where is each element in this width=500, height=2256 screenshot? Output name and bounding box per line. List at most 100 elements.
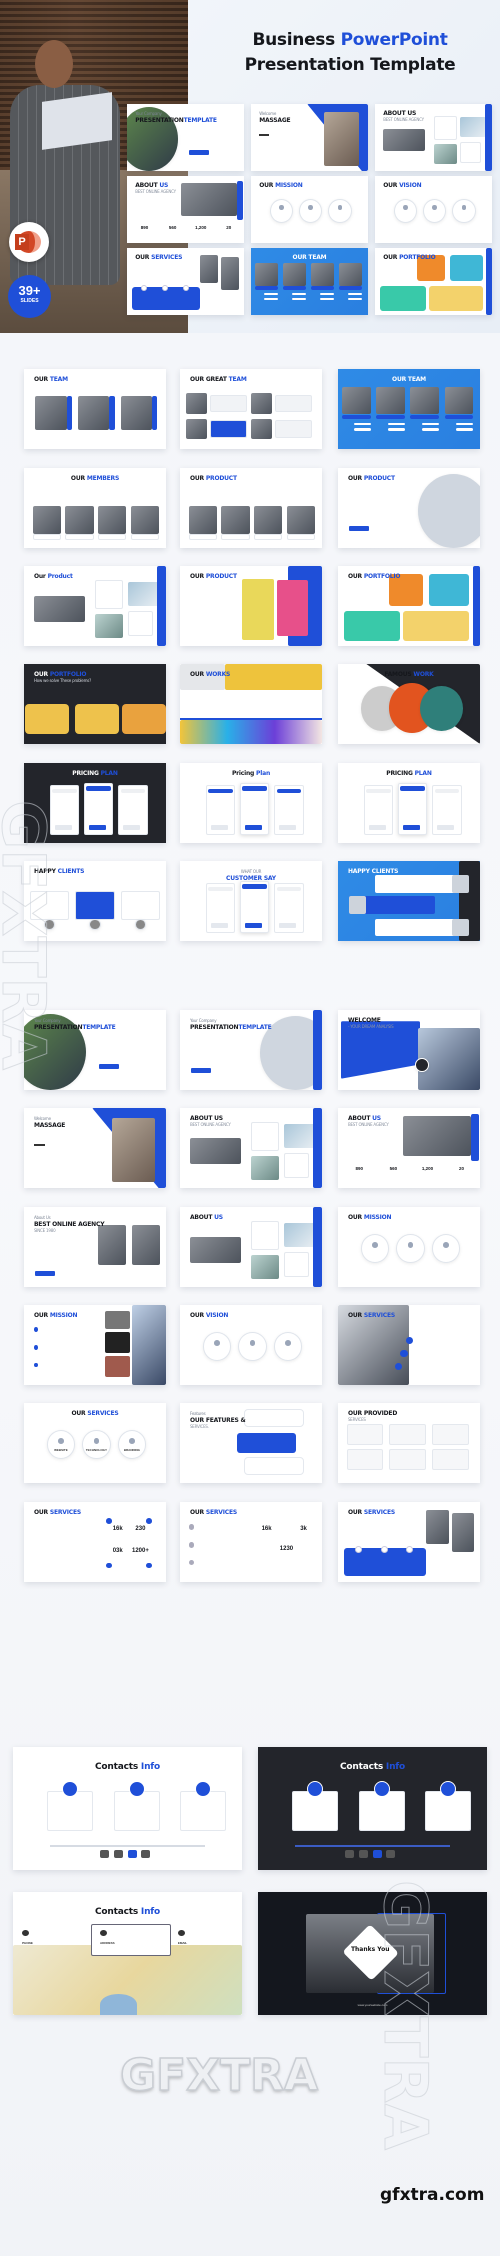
- slide-thumbnail[interactable]: OUR PORTFOLIO: [338, 566, 480, 646]
- slide-thumbnail[interactable]: 16k 3k 1230 OUR SERVICES: [180, 1502, 322, 1582]
- slide-title: OUR VISION: [383, 182, 421, 189]
- skill-bar: [421, 428, 439, 431]
- contact-icon: [22, 1930, 30, 1937]
- slide-thumbnail[interactable]: FAMOUS WORK: [338, 664, 480, 744]
- slide-thumbnail[interactable]: 16k 230 03k 1200+ OUR SERVICES: [24, 1502, 166, 1582]
- slide-photo: [112, 1117, 155, 1182]
- slide-thumbnail[interactable]: OUR PRODUCT: [180, 566, 322, 646]
- slide-thumbnail[interactable]: Our Product: [24, 566, 166, 646]
- title-main: OUR: [70, 475, 87, 483]
- slide-thumbnail[interactable]: PHONE ADDRESS EMAIL Contacts Info: [13, 1892, 242, 2015]
- testimonial-card: [120, 891, 161, 921]
- slide-thumbnail[interactable]: OUR PORTFOLIO How we solve These problems…: [24, 664, 166, 744]
- title-highlight: TEAM: [228, 376, 247, 384]
- slide-subtitle: SERVICES.: [189, 1424, 209, 1430]
- slide-thumbnail[interactable]: HAPPY CLIENTS: [338, 861, 480, 941]
- slide-thumbnail[interactable]: OUR MISSION: [338, 1207, 480, 1287]
- slide-photo: [95, 614, 124, 638]
- feature-circle: [202, 1332, 232, 1361]
- title-highlight: US: [159, 182, 169, 190]
- feature-icon: [129, 1438, 135, 1444]
- stat-value: 20: [459, 1166, 465, 1172]
- slide-thumbnail[interactable]: ABOUT US: [180, 1207, 322, 1287]
- slide-thumbnail[interactable]: About Us BEST ONLINE AGENCY SINCE 1980: [24, 1207, 166, 1287]
- choose-plan-button: [211, 825, 229, 831]
- slide-thumbnail[interactable]: Your Company PRESENTATIONTEMPLATE: [127, 104, 244, 171]
- slide-thumbnail[interactable]: OUR VISION: [180, 1305, 322, 1385]
- slide-thumbnail[interactable]: ABOUT US BEST ONLINE AGENCY: [375, 104, 492, 171]
- slide-photo: [65, 506, 94, 534]
- slide-title: OUR TEAM: [251, 254, 368, 261]
- slide-thumbnail[interactable]: WELCOME - YOUR DREAM ANALYSIS: [338, 1010, 480, 1090]
- slide-photo: [120, 396, 152, 430]
- info-card: [460, 141, 482, 163]
- title-main: FAMOUS: [384, 671, 414, 679]
- title-highlight: PLAN: [100, 770, 118, 778]
- slide-thumbnail[interactable]: OUR PRODUCT: [338, 468, 480, 548]
- skill-bar: [348, 292, 363, 295]
- slide-thumbnail[interactable]: OUR WORKS: [180, 664, 322, 744]
- slide-photo: [242, 578, 274, 640]
- slide-thumbnail[interactable]: Features OUR FEATURES & SERVICES.: [180, 1403, 322, 1483]
- slide-thumbnail[interactable]: OUR PRODUCT: [180, 468, 322, 548]
- testimonial-card: [374, 875, 461, 893]
- stat-value: 1200+: [132, 1548, 149, 1555]
- slide-title: OUR MISSION: [259, 182, 303, 189]
- slide-subtitle: - YOUR DREAM ANALYSIS: [347, 1024, 394, 1030]
- slide-thumbnail[interactable]: OUR MEMBERS: [24, 468, 166, 548]
- slide-thumbnail[interactable]: OUR TEAM: [251, 248, 368, 315]
- title-main: OUR: [33, 376, 50, 384]
- slide-thumbnail[interactable]: ABOUT US BEST ONLINE AGENCY: [180, 1108, 322, 1188]
- slide-thumbnail[interactable]: WHAT OUR CUSTOMER SAY: [180, 861, 322, 941]
- watermark-vertical-right: GFXTRA: [370, 1880, 441, 2151]
- title-highlight: CLIENTS: [57, 868, 85, 876]
- slide-thumbnail[interactable]: WEBSITE TECHNOLOGY BRANDING OUR SERVICES: [24, 1403, 166, 1483]
- feature-circle: [298, 198, 323, 223]
- slide-thumbnail[interactable]: Welcome MASSAGE: [24, 1108, 166, 1188]
- slide-thumbnail[interactable]: OUR SERVICES: [338, 1305, 480, 1385]
- slide-thumbnail[interactable]: OUR SERVICES: [127, 248, 244, 315]
- skill-bar: [320, 297, 335, 300]
- stat-value: 1,200: [421, 1166, 434, 1172]
- feature-circle: [273, 1332, 303, 1361]
- slide-photo: [97, 506, 127, 534]
- slide-thumbnail[interactable]: OUR VISION: [375, 176, 492, 243]
- slide-photo: [32, 506, 61, 534]
- slide-thumbnail[interactable]: Pricing Plan: [180, 763, 322, 843]
- slide-thumbnail[interactable]: OUR GREAT TEAM: [180, 369, 322, 449]
- stat-value: 16k: [261, 1526, 272, 1532]
- slide-thumbnail[interactable]: OUR SERVICES: [338, 1502, 480, 1582]
- slide-thumbnail[interactable]: Welcome MASSAGE: [251, 104, 368, 171]
- slide-thumbnail[interactable]: OUR TEAM: [338, 369, 480, 449]
- plan-header: [276, 788, 301, 794]
- slide-thumbnail[interactable]: 890 560 1,200 20 ABOUT US BEST ONLINE AGENCY: [338, 1108, 480, 1188]
- mission-icon: [33, 1345, 39, 1350]
- feature-icon: [407, 1242, 414, 1248]
- feature-icon: [403, 205, 408, 211]
- slide-subtitle: BEST ONLINE AGENCY: [135, 189, 176, 195]
- slide-title: Features OUR FEATURES & SERVICES.: [190, 1410, 246, 1430]
- slide-thumbnail[interactable]: PRICING PLAN: [338, 763, 480, 843]
- slide-pretitle: Welcome: [33, 1116, 51, 1122]
- slide-photo: [428, 285, 483, 311]
- slide-photo: [225, 664, 322, 690]
- slide-count: 39+: [18, 283, 41, 298]
- social-bar: [310, 286, 335, 291]
- social-icon: [358, 1850, 368, 1858]
- slide-thumbnail[interactable]: Contacts Info: [13, 1747, 242, 1870]
- slide-thumbnail[interactable]: OUR PORTFOLIO: [375, 248, 492, 315]
- title-main: ABOUT US: [383, 110, 417, 118]
- slide-photo: [426, 1510, 449, 1544]
- slide-thumbnail[interactable]: OUR MISSION: [251, 176, 368, 243]
- slide-thumbnail[interactable]: 890 560 1,200 20 ABOUT US BEST ONLINE AGENCY: [127, 176, 244, 243]
- slide-title: OUR PORTFOLIO: [383, 254, 436, 261]
- accent-bar: [313, 1207, 322, 1287]
- slide-thumbnail[interactable]: Contacts Info: [258, 1747, 487, 1870]
- title-main: ABOUT: [189, 1214, 215, 1222]
- slide-thumbnail[interactable]: OUR MISSION: [24, 1305, 166, 1385]
- contact-card: [113, 1791, 160, 1831]
- title-highlight: Plan: [256, 770, 271, 778]
- slide-thumbnail[interactable]: Your Company PRESENTATIONTEMPLATE: [180, 1010, 322, 1090]
- slide-thumbnail[interactable]: OUR PROVIDED SERVICES: [338, 1403, 480, 1483]
- slide-thumbnail[interactable]: OUR TEAM: [24, 369, 166, 449]
